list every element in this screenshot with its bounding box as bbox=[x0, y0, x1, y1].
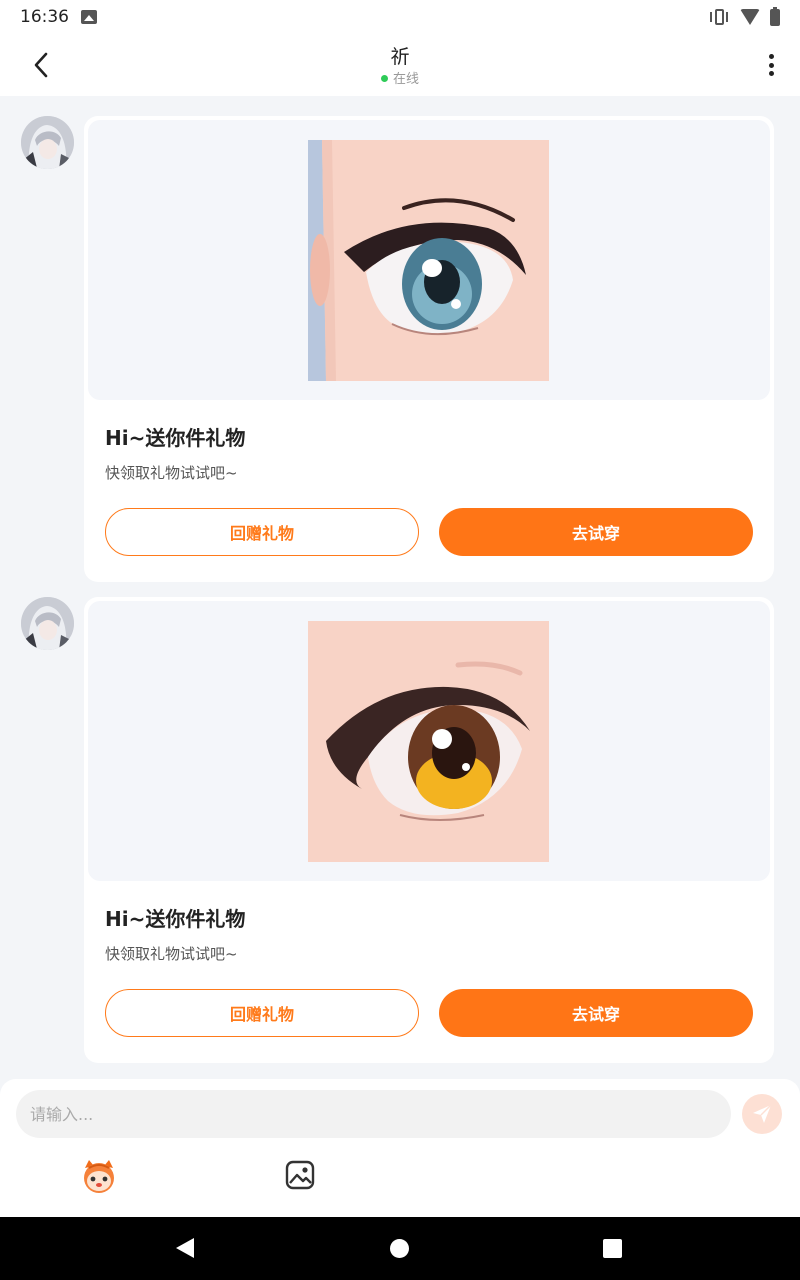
card-title: Hi~送你件礼物 bbox=[105, 907, 246, 931]
nav-recents-icon[interactable] bbox=[603, 1239, 622, 1258]
image-icon bbox=[285, 1160, 315, 1190]
try-on-button[interactable]: 去试穿 bbox=[439, 989, 753, 1037]
more-options-icon[interactable] bbox=[764, 52, 778, 78]
send-button[interactable] bbox=[742, 1094, 782, 1134]
status-icons bbox=[708, 6, 780, 26]
status-bar: 16:36 bbox=[0, 0, 800, 34]
image-button[interactable] bbox=[284, 1159, 316, 1191]
gift-message-card: Hi~送你件礼物 快领取礼物试试吧~ 回赠礼物 去试穿 bbox=[84, 116, 774, 582]
blue-eye-image bbox=[308, 140, 549, 381]
nav-home-icon[interactable] bbox=[390, 1239, 409, 1258]
gift-image[interactable] bbox=[308, 621, 549, 862]
try-on-button[interactable]: 去试穿 bbox=[439, 508, 753, 556]
vibrate-icon bbox=[708, 8, 730, 26]
gift-media-area bbox=[88, 601, 770, 881]
amber-eye-image bbox=[308, 621, 549, 862]
avatar[interactable] bbox=[21, 116, 74, 169]
chat-header: 祈 在线 bbox=[0, 34, 800, 96]
card-subtitle: 快领取礼物试试吧~ bbox=[105, 945, 238, 963]
contact-name: 祈 bbox=[390, 46, 410, 68]
return-gift-button[interactable]: 回赠礼物 bbox=[105, 989, 419, 1037]
gift-image[interactable] bbox=[308, 140, 549, 381]
nav-back-icon[interactable] bbox=[176, 1238, 194, 1258]
send-icon bbox=[753, 1104, 772, 1123]
wifi-icon bbox=[740, 9, 760, 25]
mascot-emoji-icon bbox=[84, 1160, 114, 1193]
message-input[interactable] bbox=[16, 1090, 731, 1138]
status-time: 16:36 bbox=[20, 7, 69, 27]
card-subtitle: 快领取礼物试试吧~ bbox=[105, 464, 238, 482]
gift-media-area bbox=[88, 120, 770, 400]
photo-notification-icon bbox=[81, 10, 97, 24]
emoji-button[interactable] bbox=[79, 1156, 119, 1196]
avatar[interactable] bbox=[21, 597, 74, 650]
battery-icon bbox=[770, 6, 780, 26]
system-nav-bar bbox=[0, 1217, 800, 1280]
card-title: Hi~送你件礼物 bbox=[105, 426, 246, 450]
gift-message-card: Hi~送你件礼物 快领取礼物试试吧~ 回赠礼物 去试穿 bbox=[84, 597, 774, 1063]
composer bbox=[0, 1079, 800, 1217]
online-dot-icon bbox=[380, 75, 388, 82]
return-gift-button[interactable]: 回赠礼物 bbox=[105, 508, 419, 556]
online-status: 在线 bbox=[0, 68, 800, 87]
online-status-label: 在线 bbox=[392, 72, 419, 87]
